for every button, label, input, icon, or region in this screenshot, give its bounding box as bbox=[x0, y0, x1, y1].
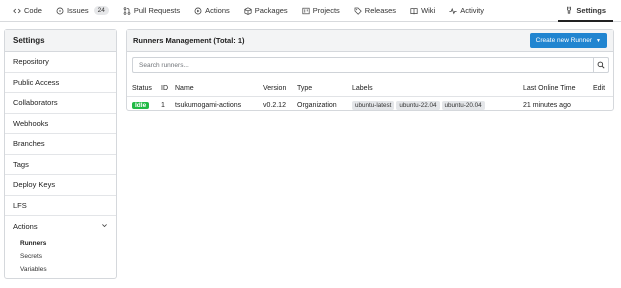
sidebar-subitem-variables[interactable]: Variables bbox=[5, 263, 116, 276]
col-version[interactable]: Version bbox=[263, 85, 286, 92]
runner-type: Organization bbox=[297, 101, 337, 109]
tab-packages[interactable]: Packages bbox=[237, 0, 295, 22]
issue-icon bbox=[56, 7, 64, 15]
sidebar-subitem-runners[interactable]: Runners bbox=[5, 237, 116, 250]
page-title: Runners Management (Total: 1) bbox=[133, 36, 245, 45]
tab-settings[interactable]: Settings bbox=[558, 0, 613, 22]
tab-wiki-label: Wiki bbox=[421, 6, 436, 15]
runner-labels: ubuntu-latest ubuntu-22.04 ubuntu-20.04 bbox=[352, 100, 487, 110]
package-icon bbox=[244, 6, 252, 15]
tab-projects-label: Projects bbox=[312, 6, 340, 15]
sidebar-item-branches[interactable]: Branches bbox=[5, 134, 116, 155]
pulse-icon bbox=[449, 7, 457, 15]
sidebar-group-actions-label: Actions bbox=[13, 221, 38, 231]
col-labels: Labels bbox=[352, 85, 373, 92]
settings-sidebar: Settings Repository Public Access Collab… bbox=[4, 29, 117, 279]
tab-releases[interactable]: Releases bbox=[347, 0, 403, 22]
tab-projects[interactable]: Projects bbox=[295, 0, 347, 22]
status-badge: Idle bbox=[132, 101, 150, 110]
tab-packages-label: Packages bbox=[254, 6, 288, 15]
tab-wiki[interactable]: Wiki bbox=[403, 0, 442, 22]
tab-pull-requests[interactable]: Pull Requests bbox=[116, 0, 187, 22]
tab-releases-label: Releases bbox=[364, 6, 397, 15]
search-bar: Search runners... bbox=[132, 57, 609, 73]
pull-request-icon bbox=[123, 6, 131, 15]
tab-activity[interactable]: Activity bbox=[442, 0, 491, 22]
tab-actions-label: Actions bbox=[205, 6, 230, 15]
actions-play-icon bbox=[194, 7, 202, 15]
create-runner-button[interactable]: Create new Runner ▼ bbox=[529, 33, 607, 48]
tab-issues-label: Issues bbox=[66, 6, 89, 15]
create-runner-label: Create new Runner bbox=[535, 37, 593, 44]
repo-tab-bar: Code Issues 24 Pull Requests Actions Pac… bbox=[0, 0, 621, 22]
col-edit: Edit bbox=[593, 85, 606, 92]
chevron-down-icon bbox=[101, 222, 108, 231]
sidebar-item-collaborators[interactable]: Collaborators bbox=[5, 93, 116, 114]
col-last-online[interactable]: Last Online Time bbox=[523, 85, 576, 92]
sidebar-item-tags[interactable]: Tags bbox=[5, 155, 116, 175]
tab-code-label: Code bbox=[24, 6, 42, 15]
tab-activity-label: Activity bbox=[460, 6, 484, 15]
search-button[interactable] bbox=[593, 57, 609, 73]
tab-pull-requests-label: Pull Requests bbox=[133, 6, 181, 15]
runner-last-online: 21 minutes ago bbox=[523, 101, 571, 109]
runners-panel: Runners Management (Total: 1) Create new… bbox=[126, 29, 614, 111]
label-tag: ubuntu-latest bbox=[352, 100, 395, 110]
tab-actions[interactable]: Actions bbox=[187, 0, 237, 22]
sidebar-group-actions[interactable]: Actions bbox=[5, 216, 116, 237]
label-tag: ubuntu-20.04 bbox=[441, 100, 485, 110]
book-icon bbox=[410, 7, 418, 15]
sidebar-item-webhooks[interactable]: Webhooks bbox=[5, 114, 116, 134]
table-header: Status ID Name Version Type Labels Last … bbox=[127, 81, 613, 97]
col-status[interactable]: Status bbox=[132, 85, 152, 92]
col-type[interactable]: Type bbox=[297, 85, 312, 92]
col-name[interactable]: Name bbox=[175, 85, 194, 92]
sidebar-item-public-access[interactable]: Public Access bbox=[5, 73, 116, 93]
search-icon bbox=[597, 61, 605, 69]
table-row: Idle 1 tsukumogami-actions v0.2.12 Organ… bbox=[127, 97, 613, 113]
runner-name: tsukumogami-actions bbox=[175, 101, 242, 109]
tools-icon bbox=[565, 6, 573, 14]
tab-code[interactable]: Code bbox=[6, 0, 49, 22]
sidebar-item-repository[interactable]: Repository bbox=[5, 52, 116, 73]
sidebar-title: Settings bbox=[5, 30, 116, 52]
col-id[interactable]: ID bbox=[161, 85, 168, 92]
search-input[interactable]: Search runners... bbox=[132, 57, 593, 73]
sidebar-subitem-secrets[interactable]: Secrets bbox=[5, 250, 116, 263]
tab-issues[interactable]: Issues 24 bbox=[49, 0, 116, 22]
runner-id: 1 bbox=[161, 101, 165, 109]
label-tag: ubuntu-22.04 bbox=[396, 100, 440, 110]
caret-down-icon: ▼ bbox=[596, 37, 601, 44]
sidebar-item-deploy-keys[interactable]: Deploy Keys bbox=[5, 175, 116, 196]
status-badge-text: Idle bbox=[132, 101, 150, 109]
repo-tabs: Code Issues 24 Pull Requests Actions Pac… bbox=[0, 0, 491, 21]
code-icon bbox=[13, 7, 21, 15]
panel-header: Runners Management (Total: 1) Create new… bbox=[127, 30, 613, 52]
sidebar-item-lfs[interactable]: LFS bbox=[5, 196, 116, 216]
issues-count-badge: 24 bbox=[93, 6, 109, 15]
tag-icon bbox=[354, 7, 362, 15]
tab-settings-label: Settings bbox=[576, 5, 606, 15]
project-icon bbox=[302, 7, 310, 15]
runner-version: v0.2.12 bbox=[263, 101, 286, 109]
